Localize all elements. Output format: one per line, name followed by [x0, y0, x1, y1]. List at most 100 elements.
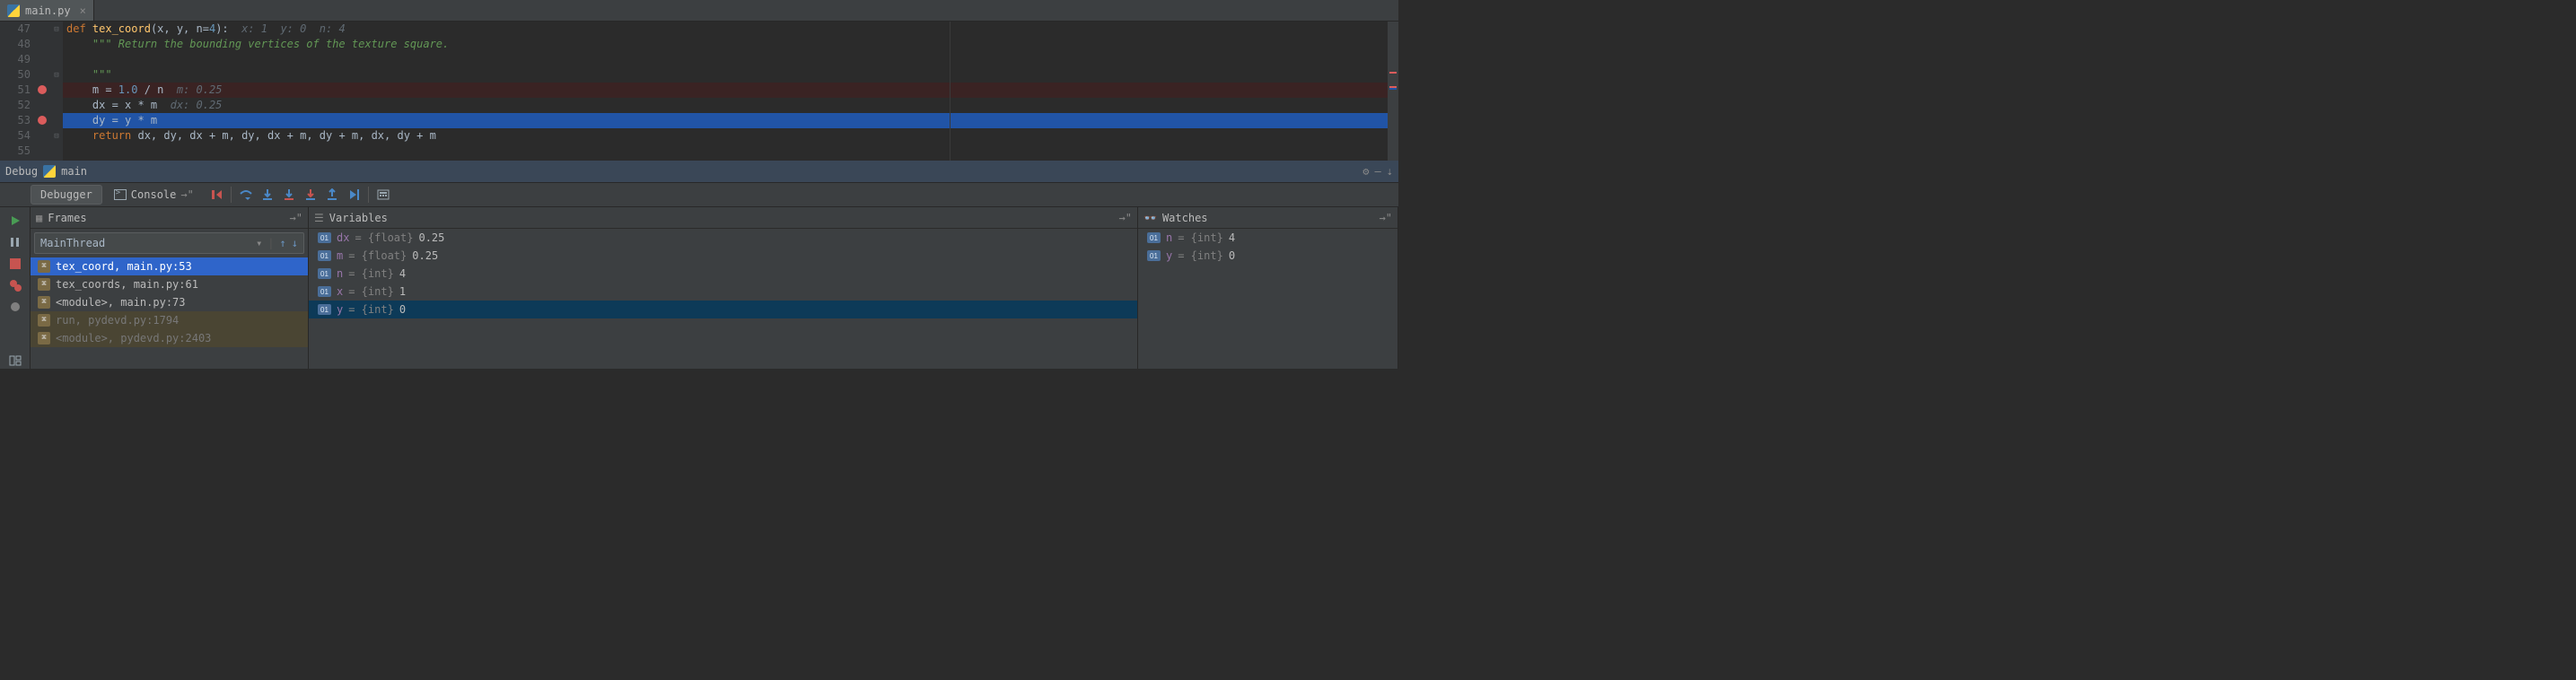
code-line[interactable]: """ Return the bounding vertices of the … — [63, 37, 1398, 52]
code-line[interactable] — [63, 144, 1398, 159]
watch-value: 0 — [1229, 249, 1235, 262]
variable-row[interactable]: 01x = {int} 1 — [309, 283, 1137, 301]
step-into-my-code-icon[interactable] — [278, 185, 300, 205]
fold-toggle[interactable]: ⊟ — [50, 67, 63, 83]
line-number[interactable]: 50 — [0, 67, 50, 83]
frames-list[interactable]: ⌘ tex_coord, main.py:53 ⌘tex_coords, main.… — [31, 257, 308, 369]
fold-toggle — [50, 37, 63, 52]
rerun-button[interactable] — [6, 213, 24, 229]
step-out-icon[interactable] — [321, 185, 343, 205]
variable-row[interactable]: 01m = {float} 0.25 — [309, 247, 1137, 265]
resume-button[interactable] — [6, 234, 24, 250]
line-number[interactable]: 55 — [0, 144, 50, 159]
variable-badge-icon: 01 — [318, 304, 331, 315]
file-tab-label: main.py — [25, 4, 71, 17]
code-editor[interactable]: 474849505152535455 ⊟ ⊟ ⊟ def tex_coord(x, … — [0, 22, 1398, 161]
fold-toggle[interactable]: ⊟ — [50, 128, 63, 144]
frame-label: <module>, main.py:73 — [56, 296, 186, 309]
stack-frame[interactable]: ⌘<module>, pydevd.py:2403 — [31, 329, 308, 347]
frame-icon: ⌘ — [38, 296, 50, 309]
variable-row[interactable]: 01n = {int} 4 — [309, 265, 1137, 283]
code-line[interactable]: return dx, dy, dx + m, dy, dx + m, dy + … — [63, 128, 1398, 144]
show-execution-point-icon[interactable] — [206, 185, 227, 205]
console-icon — [114, 189, 127, 200]
watch-type: = {int} — [1178, 231, 1223, 244]
code-line[interactable]: m = 1.0 / n m: 0.25 — [63, 83, 1398, 98]
variables-title: Variables — [329, 212, 388, 224]
tab-console[interactable]: Console →" — [104, 185, 204, 205]
frame-icon: ⌘ — [38, 278, 50, 291]
right-margin-line — [950, 22, 951, 161]
step-over-icon[interactable] — [235, 185, 257, 205]
watch-row[interactable]: 01y = {int} 0 — [1138, 247, 1398, 265]
attach-console-icon: →" — [180, 188, 193, 201]
line-number[interactable]: 54 — [0, 128, 50, 144]
view-breakpoints-button[interactable] — [6, 277, 24, 293]
code-line[interactable]: """ — [63, 67, 1398, 83]
next-frame-icon[interactable]: ↓ — [292, 237, 298, 249]
stop-button[interactable] — [6, 256, 24, 272]
line-number[interactable]: 48 — [0, 37, 50, 52]
watch-name: y — [1166, 249, 1172, 262]
watches-list[interactable]: 01n = {int} 401y = {int} 0 — [1138, 229, 1398, 369]
variables-icon: ☰ — [314, 212, 324, 224]
line-number[interactable]: 52 — [0, 98, 50, 113]
variable-row[interactable]: 01y = {int} 0 — [309, 301, 1137, 318]
watch-badge-icon: 01 — [1147, 250, 1161, 261]
thread-name: MainThread — [40, 237, 105, 249]
restore-layout-icon[interactable]: →" — [1380, 212, 1392, 224]
variable-type: = {int} — [348, 285, 394, 298]
layout-settings-button[interactable] — [6, 353, 24, 369]
restore-layout-icon[interactable]: →" — [290, 212, 302, 224]
frame-label: <module>, pydevd.py:2403 — [56, 332, 211, 344]
run-to-cursor-icon[interactable] — [343, 185, 364, 205]
fold-toggle — [50, 52, 63, 67]
code-line[interactable]: dx = x * m dx: 0.25 — [63, 98, 1398, 113]
variable-name: n — [337, 267, 343, 280]
line-number[interactable]: 51 — [0, 83, 50, 98]
code-line[interactable]: def tex_coord(x, y, n=4): x: 1 y: 0 n: 4 — [63, 22, 1398, 37]
fold-gutter: ⊟ ⊟ ⊟ — [50, 22, 63, 161]
line-number[interactable]: 53 — [0, 113, 50, 128]
code-area[interactable]: def tex_coord(x, y, n=4): x: 1 y: 0 n: 4… — [63, 22, 1398, 161]
evaluate-expression-icon[interactable] — [372, 185, 394, 205]
frames-icon: ▦ — [36, 212, 42, 224]
tab-debugger[interactable]: Debugger — [31, 185, 102, 205]
restore-layout-icon[interactable]: →" — [1119, 212, 1132, 224]
watch-row[interactable]: 01n = {int} 4 — [1138, 229, 1398, 247]
scrollbar-markers[interactable] — [1388, 22, 1398, 161]
mute-breakpoints-button[interactable] — [6, 299, 24, 315]
code-line[interactable] — [63, 52, 1398, 67]
fold-toggle — [50, 144, 63, 159]
step-into-icon[interactable] — [257, 185, 278, 205]
editor-tab-bar: main.py × — [0, 0, 1398, 22]
stack-frame[interactable]: ⌘tex_coords, main.py:61 — [31, 275, 308, 293]
download-icon[interactable]: ⇣ — [1387, 165, 1393, 178]
variable-type: = {float} — [355, 231, 413, 244]
stack-frame[interactable]: ⌘ tex_coord, main.py:53 — [31, 257, 308, 275]
stack-frame[interactable]: ⌘run, pydevd.py:1794 — [31, 311, 308, 329]
line-number[interactable]: 47 — [0, 22, 50, 37]
watch-badge-icon: 01 — [1147, 232, 1161, 243]
variable-name: dx — [337, 231, 349, 244]
frame-label: tex_coord, main.py:53 — [56, 260, 192, 273]
variable-type: = {int} — [348, 303, 394, 316]
variables-list[interactable]: 01dx = {float} 0.2501m = {float} 0.2501n… — [309, 229, 1137, 369]
minimize-icon[interactable]: — — [1375, 165, 1381, 178]
debugger-tab-label: Debugger — [40, 188, 92, 201]
variable-badge-icon: 01 — [318, 286, 331, 297]
line-number[interactable]: 49 — [0, 52, 50, 67]
variable-value: 1 — [399, 285, 406, 298]
code-line[interactable]: dy = y * m — [63, 113, 1398, 128]
fold-toggle[interactable]: ⊟ — [50, 22, 63, 37]
stack-frame[interactable]: ⌘ <module>, main.py:73 — [31, 293, 308, 311]
settings-gear-icon[interactable]: ⚙ — [1362, 165, 1369, 178]
frame-icon: ⌘ — [38, 260, 50, 273]
thread-selector[interactable]: MainThread ▾ | ↑ ↓ — [34, 232, 304, 254]
prev-frame-icon[interactable]: ↑ — [280, 237, 286, 249]
close-tab-icon[interactable]: × — [80, 4, 86, 17]
variable-row[interactable]: 01dx = {float} 0.25 — [309, 229, 1137, 247]
variable-type: = {int} — [348, 267, 394, 280]
file-tab-main[interactable]: main.py × — [0, 0, 94, 21]
force-step-into-icon[interactable] — [300, 185, 321, 205]
